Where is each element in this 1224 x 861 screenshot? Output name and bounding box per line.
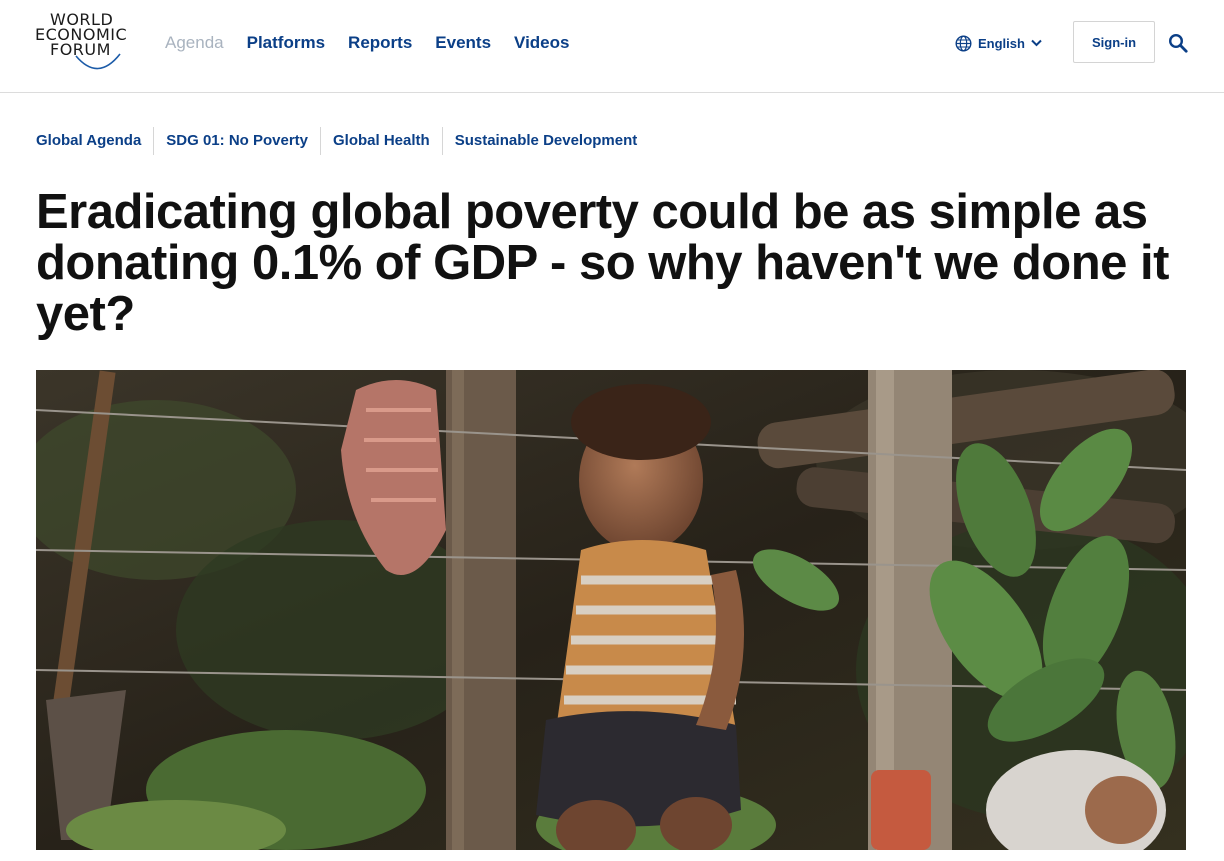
tag-global-health[interactable]: Global Health [320, 127, 442, 155]
signin-button[interactable]: Sign-in [1073, 21, 1155, 63]
search-icon[interactable] [1168, 33, 1188, 53]
nav-item-reports[interactable]: Reports [348, 31, 412, 55]
chevron-down-icon [1031, 39, 1042, 47]
nav-item-agenda[interactable]: Agenda [165, 31, 224, 55]
article-title: Eradicating global poverty could be as s… [36, 185, 1169, 341]
logo-arc-icon [75, 53, 121, 70]
page-bottom [0, 850, 1224, 861]
main-nav: Agenda Platforms Reports Events Videos [165, 31, 592, 55]
topic-tags: Global Agenda SDG 01: No Poverty Global … [36, 127, 649, 155]
site-header: WORLD ECONOMIC FORUM Agenda Platforms Re… [0, 0, 1224, 93]
nav-item-events[interactable]: Events [435, 31, 491, 55]
language-selector[interactable]: English [955, 34, 1042, 52]
wef-logo[interactable]: WORLD ECONOMIC FORUM [30, 10, 142, 76]
nav-item-platforms[interactable]: Platforms [247, 31, 325, 55]
hero-image [36, 370, 1186, 850]
globe-icon [955, 34, 972, 52]
tag-global-agenda[interactable]: Global Agenda [36, 127, 153, 155]
nav-item-videos[interactable]: Videos [514, 31, 569, 55]
tag-sustainable-development[interactable]: Sustainable Development [441, 127, 650, 155]
language-label: English [978, 35, 1025, 51]
tag-sdg-01[interactable]: SDG 01: No Poverty [153, 127, 320, 155]
